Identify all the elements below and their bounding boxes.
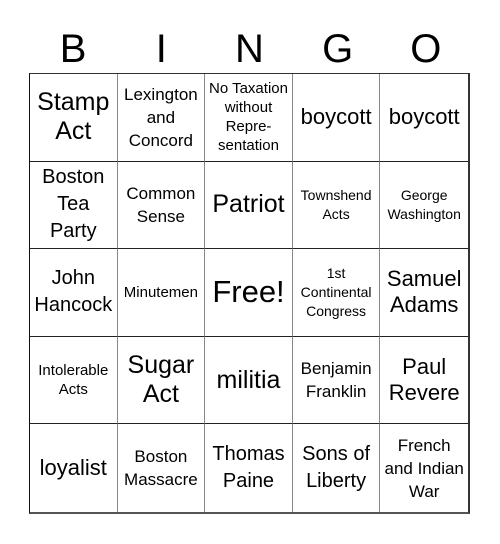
bingo-cell[interactable]: Paul Revere: [380, 337, 468, 425]
bingo-cell-label: boycott: [300, 104, 372, 130]
bingo-cell[interactable]: boycott: [380, 74, 468, 162]
bingo-cell[interactable]: Lexington and Concord: [117, 74, 206, 162]
bingo-cell-label: Benjamin Franklin: [300, 359, 372, 402]
bingo-cell-label: militia: [216, 365, 281, 394]
bingo-cell-label: boycott: [388, 104, 460, 130]
bingo-cell[interactable]: Boston Tea Party: [30, 161, 118, 250]
bingo-cell[interactable]: Sons of Liberty: [293, 424, 381, 512]
bingo-cell[interactable]: Thomas Paine: [205, 424, 293, 512]
bingo-cell[interactable]: No Taxation without Repre- sentation: [205, 74, 293, 162]
bingo-cell-label: George Washington: [387, 186, 461, 222]
bingo-cell-label: Thomas Paine: [212, 443, 285, 493]
bingo-cell-label: Common Sense: [126, 183, 196, 226]
bingo-cell[interactable]: loyalist: [30, 424, 118, 512]
bingo-cell[interactable]: 1st Continental Congress: [292, 249, 381, 337]
bingo-cell[interactable]: Patriot: [205, 161, 293, 250]
bingo-cell-label: loyalist: [39, 455, 107, 481]
bingo-cell-label: Sons of Liberty: [302, 443, 370, 493]
bingo-cell-label: French and Indian War: [384, 435, 464, 501]
bingo-cell[interactable]: Benjamin Franklin: [292, 336, 381, 425]
bingo-cell-label: Patriot: [212, 190, 285, 219]
bingo-cell-label: Lexington and Concord: [124, 84, 198, 150]
bingo-cell[interactable]: George Washington: [380, 162, 468, 250]
bingo-cell[interactable]: boycott: [292, 74, 381, 162]
header-letter-o: O: [410, 27, 442, 71]
header-letter-n: N: [235, 27, 264, 71]
bingo-cell-label: Stamp Act: [37, 88, 110, 146]
bingo-cell[interactable]: Boston Massacre: [118, 424, 206, 512]
bingo-cell-label: Boston Massacre: [124, 447, 198, 490]
bingo-cell-label: No Taxation without Repre- sentation: [209, 80, 288, 155]
bingo-cell[interactable]: militia: [205, 336, 293, 425]
bingo-cell-label: Sugar Act: [127, 351, 195, 409]
bingo-cell-label: Minutemen: [123, 283, 198, 301]
header-letter-b: B: [59, 27, 87, 71]
bingo-cell-label: Samuel Adams: [386, 266, 462, 318]
bingo-cell-label: Boston Tea Party: [42, 166, 105, 243]
bingo-cell-label: Townshend Acts: [300, 186, 372, 222]
bingo-cell[interactable]: Common Sense: [117, 161, 206, 250]
bingo-cell-label: Paul Revere: [388, 354, 460, 406]
header-letter-i: I: [155, 27, 167, 71]
bingo-cell[interactable]: Sugar Act: [117, 336, 206, 425]
bingo-cell[interactable]: Townshend Acts: [292, 161, 381, 250]
bingo-cell-label: 1st Continental Congress: [300, 264, 372, 319]
bingo-cell-label: Free!: [212, 274, 285, 310]
bingo-cell[interactable]: Stamp Act: [30, 74, 118, 162]
bingo-cell[interactable]: Intolerable Acts: [30, 336, 118, 425]
bingo-cell[interactable]: Minutemen: [117, 249, 206, 337]
free-space-cell[interactable]: Free!: [205, 249, 293, 337]
bingo-cell-label: John Hancock: [34, 267, 113, 317]
header-letter-g: G: [322, 27, 354, 71]
bingo-card-grid: Stamp Act Lexington and Concord No Taxatio…: [29, 73, 470, 514]
bingo-cell-label: Intolerable Acts: [38, 362, 109, 399]
bingo-cell[interactable]: French and Indian War: [380, 424, 468, 512]
bingo-cell[interactable]: John Hancock: [30, 249, 118, 337]
bingo-cell[interactable]: Samuel Adams: [380, 249, 468, 337]
bingo-header: B I N G O: [29, 26, 470, 73]
